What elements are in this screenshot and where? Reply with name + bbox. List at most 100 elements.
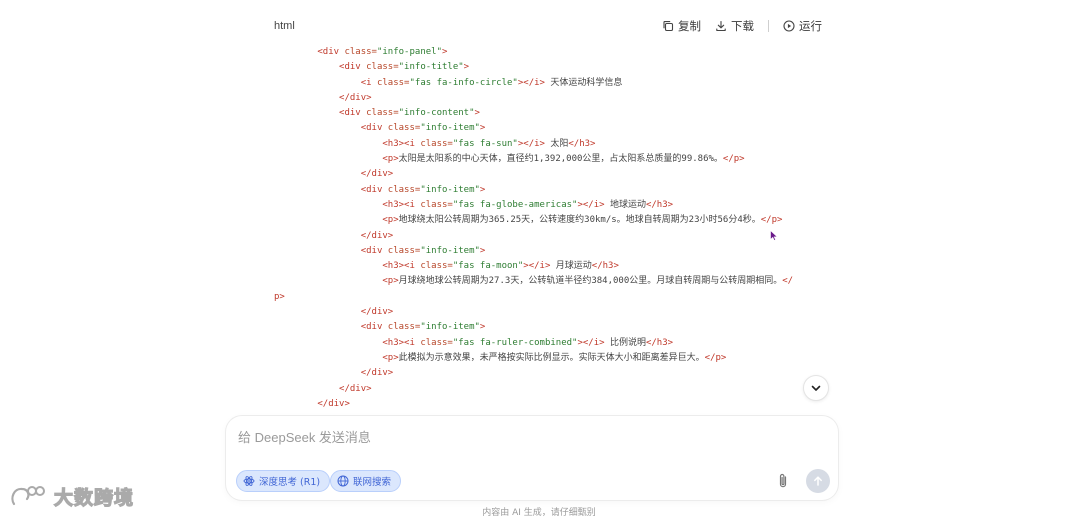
web-search-toggle[interactable]: 联网搜索: [330, 470, 402, 492]
code-token-tag: </p>: [722, 154, 745, 165]
code-token-str: "fas fa-globe-americas": [452, 199, 578, 210]
code-token-tag: <div: [360, 123, 388, 134]
code-token-tag: </h3>: [645, 199, 674, 210]
web-search-label: 联网搜索: [353, 477, 392, 488]
code-token-tag: <h3><i: [382, 199, 421, 210]
code-line: <div class="info-item">: [274, 183, 834, 198]
code-token-attr: class=: [420, 261, 453, 272]
code-line: <h3><i class="fas fa-globe-americas"></i…: [274, 198, 834, 213]
code-token-tag: <div: [360, 184, 388, 195]
code-content[interactable]: <div class="info-panel"> <div class="inf…: [274, 45, 834, 417]
code-line: </div>: [274, 397, 834, 412]
code-token-tag: p>: [274, 291, 285, 302]
code-token-tag: <p>: [382, 215, 399, 226]
code-token-attr: class=: [420, 337, 453, 348]
code-token-str: "info-item": [420, 123, 480, 134]
code-token-tag: >: [479, 123, 486, 134]
send-button[interactable]: [806, 469, 830, 493]
run-button[interactable]: 运行: [783, 18, 822, 34]
code-token-tag: </p>: [760, 215, 783, 226]
copy-label: 复制: [678, 19, 701, 33]
copy-icon: [663, 21, 674, 32]
scroll-to-bottom-button[interactable]: [803, 375, 829, 401]
deep-think-label: 深度思考 (R1): [259, 477, 321, 488]
code-token-str: "info-item": [420, 245, 480, 256]
download-icon: [716, 20, 726, 32]
code-line: <div class="info-item">: [274, 121, 834, 136]
action-divider: [768, 20, 769, 32]
code-token-tag: </h3>: [591, 261, 619, 272]
watermark-mark-icon: [11, 486, 45, 506]
code-line: <p>此模拟为示意效果，未严格按实际比例显示。实际天体大小和距离差异巨大。</p…: [274, 351, 834, 366]
code-token-attr: class=: [387, 123, 421, 134]
code-token-tag: ></i>: [517, 77, 545, 88]
attach-file-button[interactable]: [774, 471, 792, 491]
copy-button[interactable]: 复制: [662, 18, 701, 34]
code-line: </div>: [274, 229, 834, 244]
code-line: </div>: [274, 91, 834, 106]
run-label: 运行: [799, 19, 822, 33]
code-token-tag: >: [479, 184, 486, 195]
code-token-tag: </div>: [317, 398, 350, 409]
code-token-attr: class=: [376, 77, 410, 88]
code-token-attr: class=: [420, 138, 453, 149]
arrow-up-icon: [814, 476, 822, 486]
code-token-str: "fas fa-moon": [452, 261, 524, 272]
code-token-str: "fas fa-info-circle": [409, 77, 518, 88]
code-token-tag: >: [463, 62, 470, 73]
play-icon: [783, 20, 795, 32]
code-line: <i class="fas fa-info-circle"></i> 天体运动科…: [274, 76, 834, 91]
code-token-attr: class=: [366, 62, 399, 73]
code-token-text: 太阳: [544, 138, 569, 149]
code-token-text: 太阳是太阳系的中心天体，直径约1,392,000公里，占太阳系总质量的99.86…: [398, 154, 723, 165]
ai-disclaimer: 内容由 AI 生成，请仔细甄别: [482, 508, 596, 517]
atom-icon: [243, 476, 255, 486]
watermark-text: 大数跨境: [53, 486, 135, 509]
code-token-tag: ></i>: [577, 199, 605, 210]
code-token-str: "fas fa-ruler-combined": [452, 337, 578, 348]
code-token-str: "info-title": [398, 62, 464, 73]
code-token-text: 比例说明: [604, 337, 646, 348]
code-token-tag: <h3><i: [382, 138, 421, 149]
message-input[interactable]: 给 DeepSeek 发送消息: [238, 427, 371, 446]
deep-think-toggle[interactable]: 深度思考 (R1): [236, 470, 331, 492]
code-token-tag: <p>: [382, 352, 399, 363]
code-token-tag: <p>: [382, 276, 399, 287]
download-label: 下载: [731, 19, 754, 33]
code-token-tag: <h3><i: [382, 261, 421, 272]
message-composer: 给 DeepSeek 发送消息 深度思考 (R1) 联网搜索: [226, 416, 838, 500]
chevron-down-icon: [811, 385, 821, 391]
code-token-tag: <p>: [382, 154, 399, 165]
code-token-str: "fas fa-sun": [452, 138, 518, 149]
code-token-str: "info-item": [420, 184, 480, 195]
code-line: </div>: [274, 305, 834, 320]
code-token-attr: class=: [387, 184, 421, 195]
download-button[interactable]: 下载: [715, 18, 754, 34]
code-token-tag: >: [479, 322, 486, 333]
code-token-tag: </h3>: [645, 337, 674, 348]
code-token-text: 月球运动: [550, 261, 592, 272]
code-token-tag: </div>: [339, 92, 372, 103]
code-token-str: "info-item": [420, 322, 480, 333]
code-line: <div class="info-item">: [274, 320, 834, 335]
code-token-tag: <div: [339, 108, 367, 119]
code-token-tag: <div: [339, 62, 367, 73]
code-token-tag: <i: [360, 77, 377, 88]
